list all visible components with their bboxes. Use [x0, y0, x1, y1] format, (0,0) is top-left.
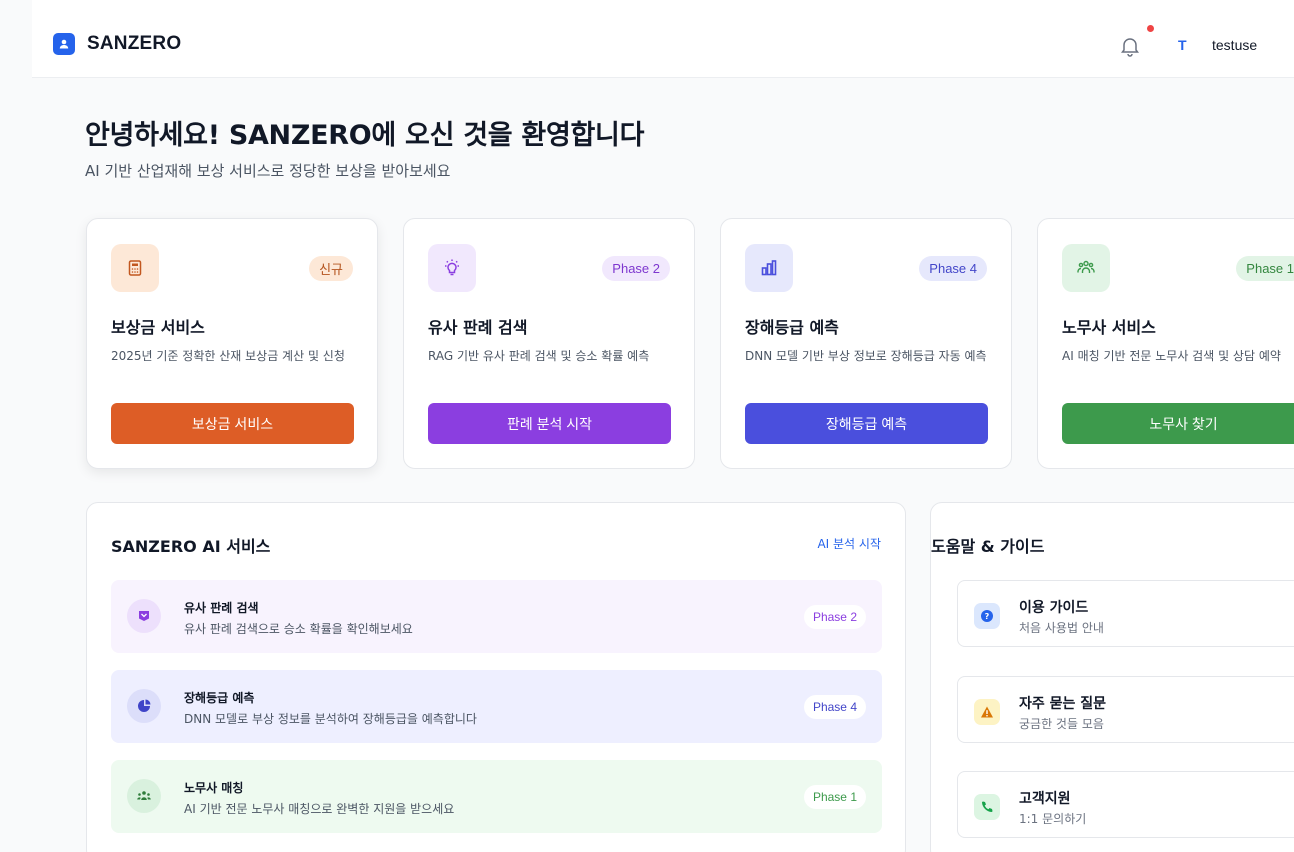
card-badge: Phase 1: [1236, 256, 1294, 281]
list-item-title: 장해등급 예측: [184, 691, 255, 705]
card-description: RAG 기반 유사 판례 검색 및 승소 확률 예측: [428, 349, 650, 363]
help-item-title: 이용 가이드: [1019, 600, 1089, 616]
list-item[interactable]: 장해등급 예측 DNN 모델로 부상 정보를 분석하여 장해등급을 예측합니다 …: [111, 670, 882, 743]
service-card-compensation[interactable]: 신규 보상금 서비스 2025년 기준 정확한 산재 보상금 계산 및 신청 보…: [86, 218, 378, 469]
card-title: 보상금 서비스: [111, 318, 205, 337]
card-badge: Phase 2: [602, 256, 670, 281]
disability-grade-button[interactable]: 장해등급 예측: [745, 403, 988, 444]
user-name[interactable]: testuse: [1212, 37, 1257, 53]
list-item-title: 노무사 매칭: [184, 781, 244, 795]
ai-services-panel: SANZERO AI 서비스 AI 분석 시작 유사 판례 검색 유사 판례 검…: [86, 502, 906, 852]
phone-icon: [974, 794, 1000, 820]
panel-title: 도움말 & 가이드: [931, 537, 1045, 556]
panel-title: SANZERO AI 서비스: [111, 537, 271, 556]
card-description: DNN 모델 기반 부상 정보로 장해등급 자동 예측: [745, 349, 987, 363]
service-card-labor-attorney[interactable]: Phase 1 노무사 서비스 AI 매칭 기반 전문 노무사 검색 및 상담 …: [1037, 218, 1294, 469]
warning-icon: [974, 699, 1000, 725]
help-item-description: 1:1 문의하기: [1019, 812, 1087, 826]
svg-text:?: ?: [985, 612, 990, 621]
list-item-description: 유사 판례 검색으로 승소 확률을 확인해보세요: [184, 622, 413, 636]
phase-badge: Phase 1: [803, 785, 866, 809]
brand-logo-link[interactable]: SANZERO: [53, 33, 181, 55]
service-card-precedent-search[interactable]: Phase 2 유사 판례 검색 RAG 기반 유사 판례 검색 및 승소 확률…: [403, 218, 695, 469]
list-item-description: AI 기반 전문 노무사 매칭으로 완벽한 지원을 받으세요: [184, 802, 455, 816]
users-icon: [1062, 244, 1110, 292]
card-badge: Phase 4: [919, 256, 987, 281]
user-avatar[interactable]: T: [1178, 37, 1187, 53]
page-title: 안녕하세요! SANZERO에 오신 것을 환영합니다: [85, 120, 645, 151]
user-badge-icon: [53, 33, 75, 55]
calculator-icon: [111, 244, 159, 292]
notification-dot: [1147, 25, 1154, 32]
card-description: AI 매칭 기반 전문 노무사 검색 및 상담 예약: [1062, 349, 1281, 363]
list-item[interactable]: 노무사 매칭 AI 기반 전문 노무사 매칭으로 완벽한 지원을 받으세요 Ph…: [111, 760, 882, 833]
brand-name: SANZERO: [87, 33, 182, 54]
list-item-description: DNN 모델로 부상 정보를 분석하여 장해등급을 예측합니다: [184, 712, 477, 726]
help-item-support[interactable]: 고객지원 1:1 문의하기: [957, 771, 1294, 838]
card-description: 2025년 기준 정확한 산재 보상금 계산 및 신청: [111, 349, 345, 363]
find-attorney-button[interactable]: 노무사 찾기: [1062, 403, 1294, 444]
help-item-faq[interactable]: 자주 묻는 질문 궁금한 것들 모음: [957, 676, 1294, 743]
help-item-user-guide[interactable]: ? 이용 가이드 처음 사용법 안내: [957, 580, 1294, 647]
people-icon: [127, 779, 161, 813]
compensation-service-button[interactable]: 보상금 서비스: [111, 403, 354, 444]
help-item-description: 처음 사용법 안내: [1019, 621, 1104, 635]
bar-chart-icon: [745, 244, 793, 292]
phase-badge: Phase 4: [803, 695, 866, 719]
top-navigation-bar: [32, 0, 1294, 78]
help-item-description: 궁금한 것들 모음: [1019, 717, 1104, 731]
help-item-title: 자주 묻는 질문: [1019, 696, 1107, 712]
card-title: 장해등급 예측: [745, 318, 839, 337]
card-badge: 신규: [309, 256, 353, 281]
list-item-title: 유사 판례 검색: [184, 601, 259, 615]
scale-icon: [127, 599, 161, 633]
ai-analysis-start-link[interactable]: AI 분석 시작: [817, 535, 881, 552]
help-guide-panel: 도움말 & 가이드 ? 이용 가이드 처음 사용법 안내 자주 묻는 질문 궁금…: [930, 502, 1294, 852]
lightbulb-icon: [428, 244, 476, 292]
phase-badge: Phase 2: [803, 605, 866, 629]
page-subtitle: AI 기반 산업재해 보상 서비스로 정당한 보상을 받아보세요: [85, 162, 451, 180]
card-title: 유사 판례 검색: [428, 318, 528, 337]
service-card-disability-grade[interactable]: Phase 4 장해등급 예측 DNN 모델 기반 부상 정보로 장해등급 자동…: [720, 218, 1012, 469]
list-item[interactable]: 유사 판례 검색 유사 판례 검색으로 승소 확률을 확인해보세요 Phase …: [111, 580, 882, 653]
pie-chart-icon: [127, 689, 161, 723]
help-item-title: 고객지원: [1019, 791, 1071, 807]
question-icon: ?: [974, 603, 1000, 629]
precedent-analysis-button[interactable]: 판례 분석 시작: [428, 403, 671, 444]
notification-bell-icon[interactable]: [1118, 34, 1142, 58]
card-title: 노무사 서비스: [1062, 318, 1156, 337]
